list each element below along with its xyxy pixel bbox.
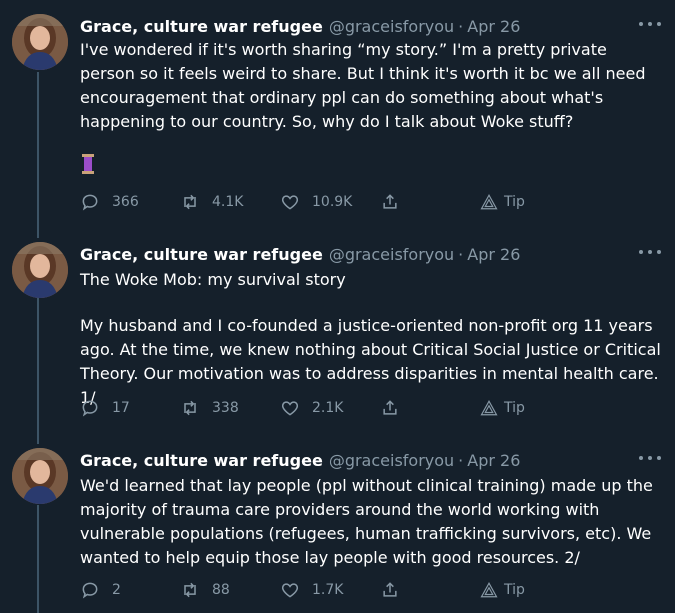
tweet-header: Grace, culture war refugee @graceisforyo… [80, 14, 520, 38]
tip-label: Tip [504, 194, 525, 210]
tweet[interactable]: Grace, culture war refugee @graceisforyo… [0, 242, 675, 432]
tweet-paragraph: I've wondered if it's worth sharing “my … [80, 40, 646, 131]
tip-button[interactable]: Tip [480, 581, 580, 599]
tweet-text: We'd learned that lay people (ppl withou… [80, 474, 665, 570]
author-name[interactable]: Grace, culture war refugee [80, 17, 323, 36]
author-handle[interactable]: @graceisforyou [329, 451, 454, 470]
more-icon[interactable] [639, 450, 661, 466]
tip-button[interactable]: Tip [480, 399, 580, 417]
author-handle[interactable]: @graceisforyou [329, 245, 454, 264]
like-icon [281, 401, 299, 416]
avatar[interactable] [12, 448, 68, 504]
reply-icon [82, 582, 98, 599]
retweet-button[interactable]: 4.1K [180, 192, 280, 212]
author-name[interactable]: Grace, culture war refugee [80, 245, 323, 264]
reply-count: 17 [112, 400, 130, 416]
share-icon [383, 194, 397, 209]
tip-button[interactable]: Tip [480, 193, 580, 211]
separator: · [458, 244, 464, 264]
like-icon [281, 583, 299, 598]
tweet-date[interactable]: Apr 26 [467, 451, 520, 470]
reply-button[interactable]: 17 [80, 398, 180, 418]
share-icon [383, 582, 397, 597]
author-handle[interactable]: @graceisforyou [329, 17, 454, 36]
avatar[interactable] [12, 242, 68, 298]
retweet-count: 4.1K [212, 194, 244, 210]
tip-label: Tip [504, 582, 525, 598]
separator: · [458, 450, 464, 470]
tweet[interactable]: Grace, culture war refugee @graceisforyo… [0, 14, 675, 224]
share-icon [383, 400, 397, 415]
separator: · [458, 16, 464, 36]
reply-count: 2 [112, 582, 121, 598]
tweet-date[interactable]: Apr 26 [467, 17, 520, 36]
tweet-actions: 2 88 1.7K Tip [80, 578, 580, 602]
share-button[interactable] [380, 580, 480, 600]
like-icon [281, 195, 299, 210]
share-button[interactable] [380, 398, 480, 418]
reply-icon [82, 194, 98, 211]
tweet-paragraph: The Woke Mob: my survival story [80, 270, 346, 289]
tip-icon [480, 582, 498, 598]
retweet-button[interactable]: 338 [180, 398, 280, 418]
like-count: 2.1K [312, 400, 344, 416]
like-count: 10.9K [312, 194, 353, 210]
tweet-text: The Woke Mob: my survival story My husba… [80, 268, 665, 410]
thread-spool-emoji [82, 154, 94, 174]
tweet-paragraph: We'd learned that lay people (ppl withou… [80, 476, 653, 567]
tweet-actions: 366 4.1K 10.9K Tip [80, 190, 580, 214]
retweet-icon [184, 582, 196, 598]
tip-label: Tip [504, 400, 525, 416]
retweet-count: 88 [212, 582, 230, 598]
share-button[interactable] [380, 192, 480, 212]
like-button[interactable]: 1.7K [280, 580, 380, 600]
tweet-header: Grace, culture war refugee @graceisforyo… [80, 448, 520, 472]
more-icon[interactable] [639, 244, 661, 260]
reply-button[interactable]: 2 [80, 580, 180, 600]
tweet-actions: 17 338 2.1K Tip [80, 396, 580, 420]
reply-count: 366 [112, 194, 139, 210]
avatar[interactable] [12, 14, 68, 70]
retweet-count: 338 [212, 400, 239, 416]
like-button[interactable]: 2.1K [280, 398, 380, 418]
reply-button[interactable]: 366 [80, 192, 180, 212]
tweet-text: I've wondered if it's worth sharing “my … [80, 38, 665, 134]
reply-icon [82, 400, 98, 417]
tweet[interactable]: Grace, culture war refugee @graceisforyo… [0, 448, 675, 613]
retweet-icon [184, 194, 196, 210]
author-name[interactable]: Grace, culture war refugee [80, 451, 323, 470]
like-button[interactable]: 10.9K [280, 192, 380, 212]
tip-icon [480, 400, 498, 416]
retweet-button[interactable]: 88 [180, 580, 280, 600]
retweet-icon [184, 400, 196, 416]
tweet-header: Grace, culture war refugee @graceisforyo… [80, 242, 520, 266]
more-icon[interactable] [639, 16, 661, 32]
timeline: Grace, culture war refugee @graceisforyo… [0, 0, 675, 613]
like-count: 1.7K [312, 582, 344, 598]
tweet-date[interactable]: Apr 26 [467, 245, 520, 264]
tip-icon [480, 194, 498, 210]
